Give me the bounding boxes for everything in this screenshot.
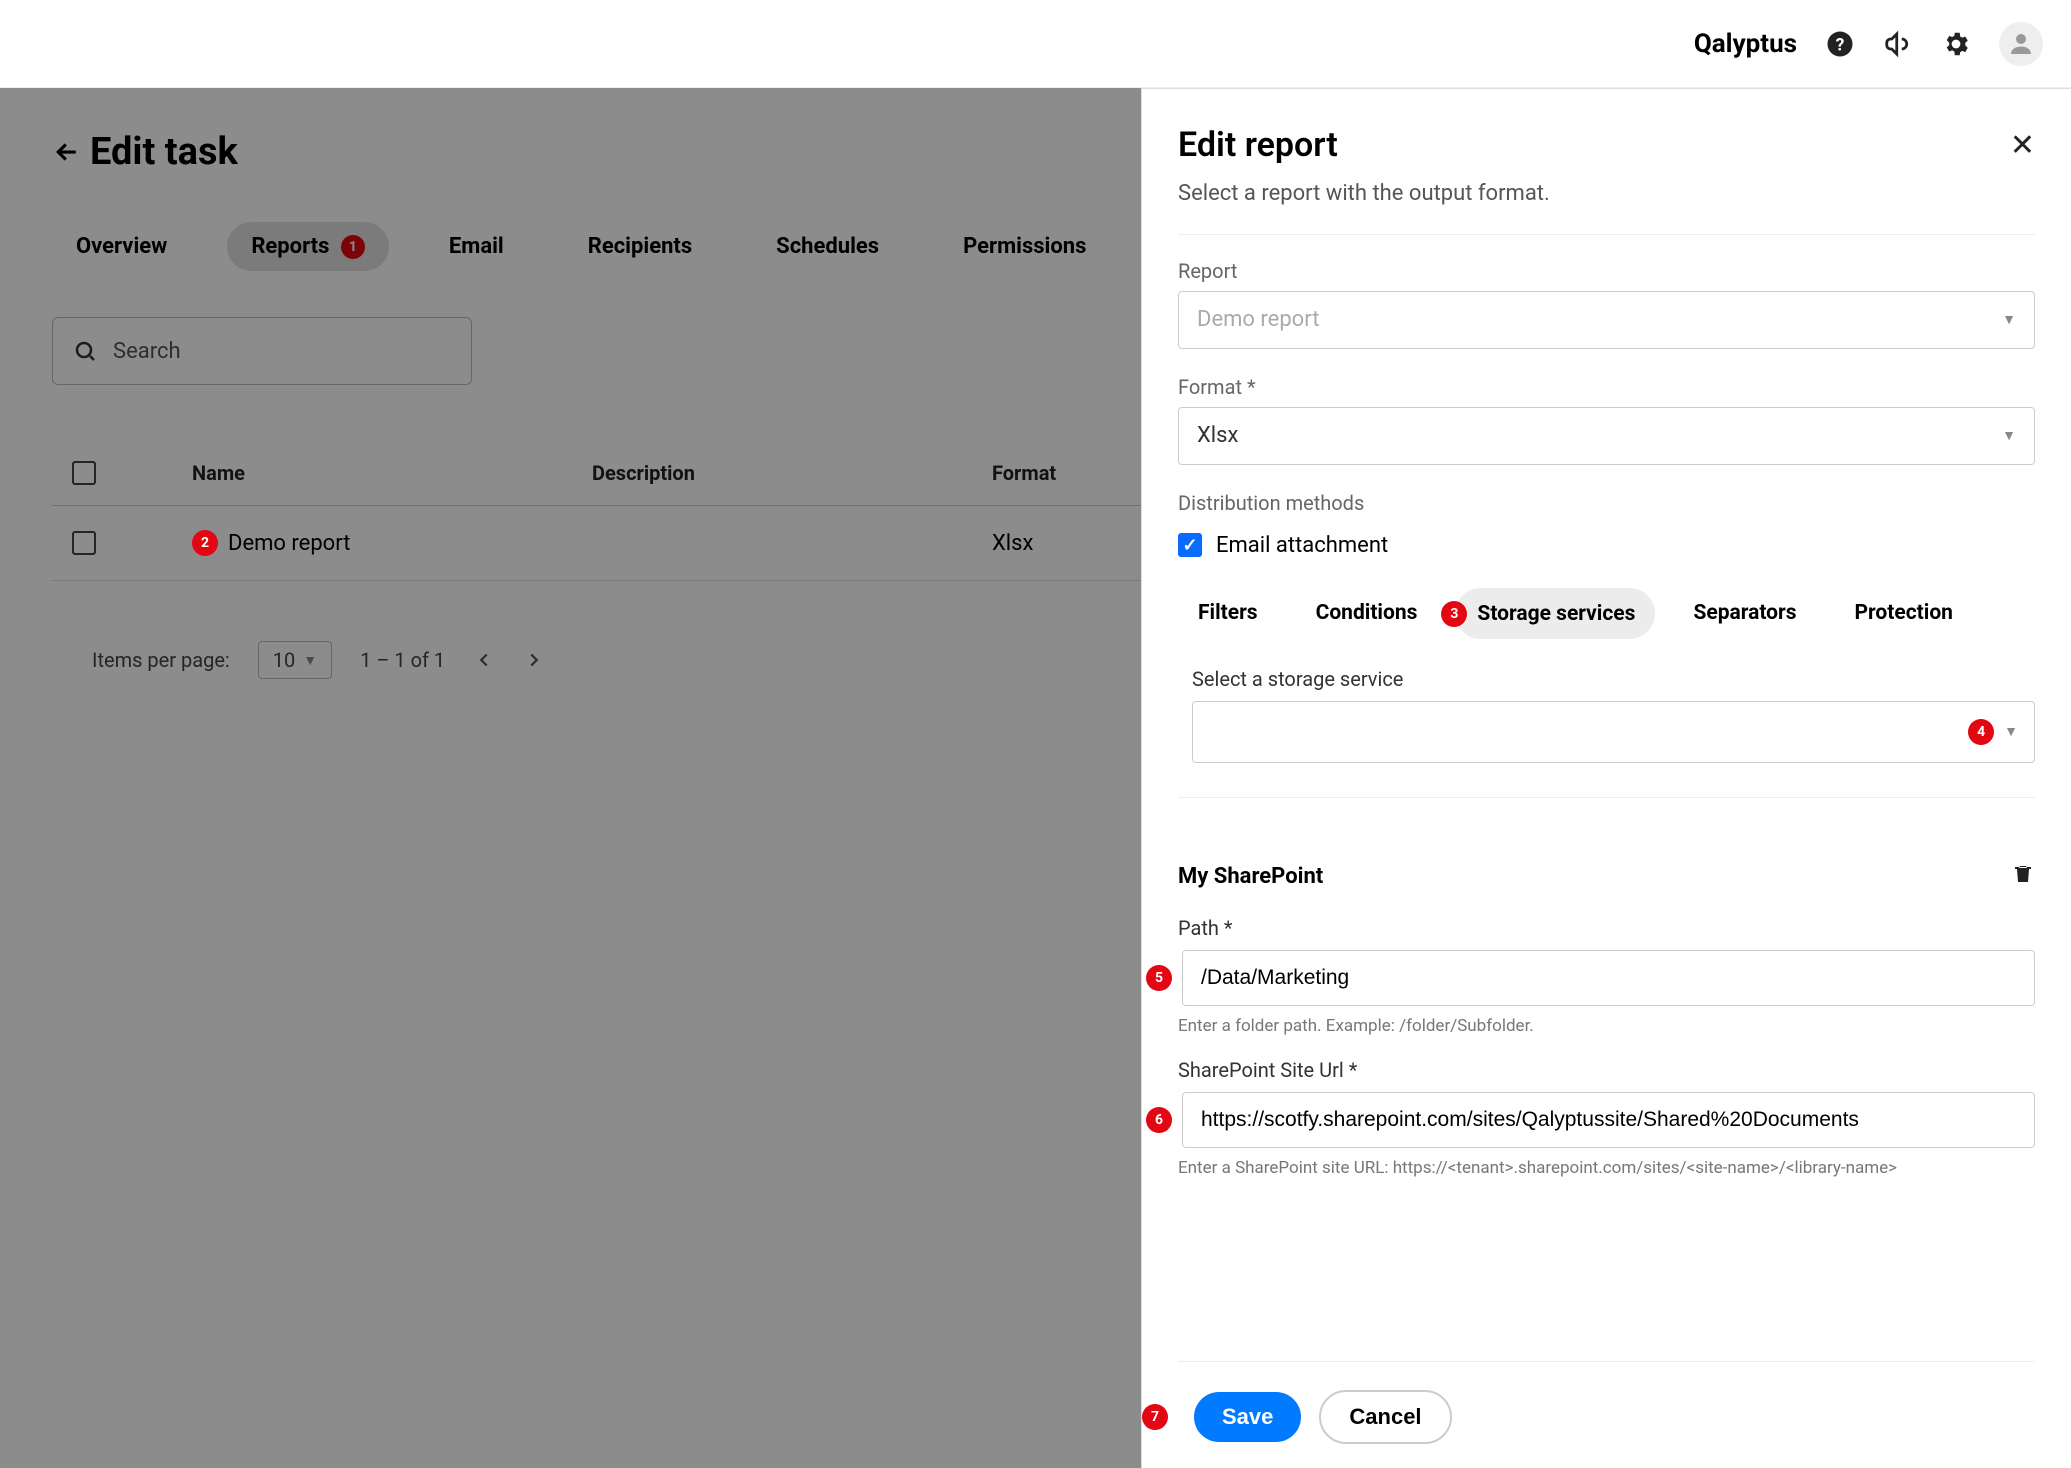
storage-service-select[interactable]: 4 ▼: [1192, 701, 2035, 763]
announce-icon[interactable]: [1883, 29, 1913, 59]
report-label: Report: [1178, 259, 2035, 283]
path-hint: Enter a folder path. Example: /folder/Su…: [1178, 1016, 2035, 1036]
help-icon[interactable]: ?: [1825, 29, 1855, 59]
subtab-storage-services[interactable]: 3 Storage services: [1455, 588, 1655, 639]
format-value: Xlsx: [1197, 423, 1238, 448]
avatar[interactable]: [1999, 22, 2043, 66]
divider: [1178, 797, 2035, 798]
format-label: Format *: [1178, 375, 2035, 399]
site-url-input[interactable]: [1182, 1092, 2035, 1148]
close-icon[interactable]: ✕: [2010, 128, 2035, 163]
checkbox-checked-icon[interactable]: ✓: [1178, 533, 1202, 557]
subtab-conditions[interactable]: Conditions: [1296, 589, 1438, 637]
step-dot-3: 3: [1441, 601, 1467, 627]
subtab-protection[interactable]: Protection: [1835, 589, 1973, 637]
step-dot-5: 5: [1146, 965, 1172, 991]
chevron-down-icon: ▼: [2002, 427, 2016, 444]
sharepoint-title: My SharePoint: [1178, 864, 1323, 889]
dist-label: Distribution methods: [1178, 491, 2035, 515]
path-label: Path *: [1178, 916, 2035, 940]
topbar: Qalyptus ?: [0, 0, 2071, 88]
cancel-button[interactable]: Cancel: [1319, 1390, 1451, 1444]
storage-select-label: Select a storage service: [1192, 667, 2035, 691]
divider: [1178, 234, 2035, 235]
step-dot-2: 2: [192, 530, 218, 556]
save-button[interactable]: Save: [1194, 1392, 1301, 1442]
drawer-edit-report: Edit report ✕ Select a report with the o…: [1141, 88, 2071, 1468]
format-select[interactable]: Xlsx ▼: [1178, 407, 2035, 465]
email-attachment-row[interactable]: ✓ Email attachment: [1178, 533, 2035, 558]
drawer-subtabs: Filters Conditions 3 Storage services Se…: [1178, 588, 2035, 639]
chevron-down-icon: ▼: [2002, 311, 2016, 328]
subtab-separators[interactable]: Separators: [1673, 589, 1816, 637]
step-dot-7: 7: [1142, 1404, 1168, 1430]
subtab-storage-label: Storage services: [1477, 602, 1635, 626]
drawer-title: Edit report: [1178, 125, 1338, 165]
site-url-label: SharePoint Site Url *: [1178, 1058, 2035, 1082]
report-select[interactable]: Demo report ▼: [1178, 291, 2035, 349]
chevron-down-icon: ▼: [2004, 723, 2018, 740]
gear-icon[interactable]: [1941, 29, 1971, 59]
drawer-subtitle: Select a report with the output format.: [1178, 179, 2035, 210]
email-attachment-label: Email attachment: [1216, 533, 1388, 558]
drawer-footer: 7 Save Cancel: [1178, 1361, 2035, 1444]
step-dot-6: 6: [1146, 1107, 1172, 1133]
svg-text:?: ?: [1836, 35, 1845, 55]
site-url-hint: Enter a SharePoint site URL: https://<te…: [1178, 1158, 2035, 1178]
brand-name: Qalyptus: [1694, 29, 1797, 59]
path-input[interactable]: [1182, 950, 2035, 1006]
trash-icon[interactable]: [2011, 862, 2035, 892]
subtab-filters[interactable]: Filters: [1178, 589, 1278, 637]
report-value: Demo report: [1197, 307, 1319, 332]
step-dot-4: 4: [1968, 719, 1994, 745]
